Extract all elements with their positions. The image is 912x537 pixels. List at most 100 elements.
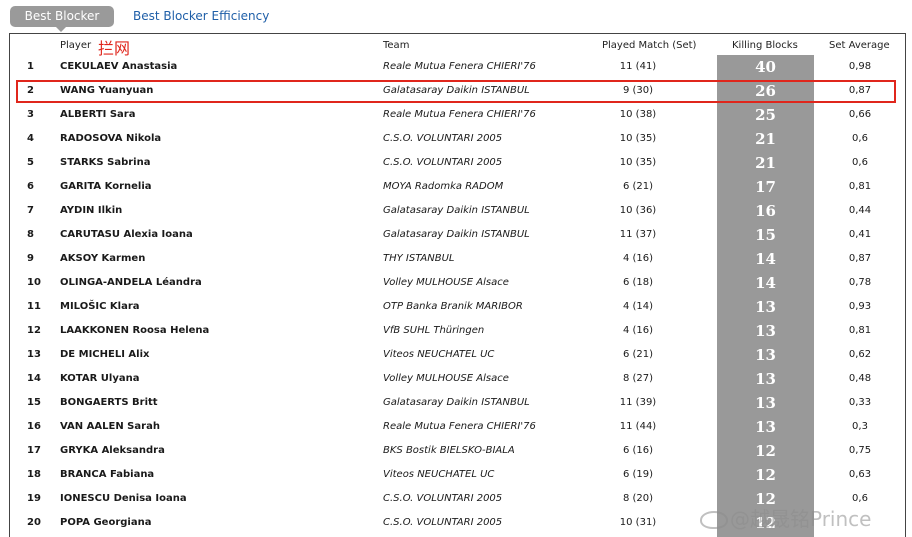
- killing-blocks: 25: [755, 106, 776, 124]
- set-average: 0,93: [848, 301, 872, 312]
- played-match: 10 (35): [619, 133, 657, 144]
- set-average: 0,63: [848, 469, 872, 480]
- played-match: 8 (20): [622, 493, 654, 504]
- table-row: 18 BRANCA Fabiana Viteos NEUCHATEL UC 6 (19…: [10, 463, 905, 487]
- player-name: CARUTASU Alexia Ioana: [60, 229, 193, 240]
- set-average: 0,81: [848, 325, 872, 336]
- rank-cell: 3: [27, 109, 34, 120]
- player-name: BRANCA Fabiana: [60, 469, 155, 480]
- killing-blocks: 13: [755, 322, 776, 340]
- team-name: Reale Mutua Fenera CHIERI'76: [383, 421, 536, 432]
- table-row: 6 GARITA Kornelia MOYA Radomka RADOM 6 (21)…: [10, 175, 905, 199]
- killing-blocks: 21: [755, 130, 776, 148]
- played-match: 11 (37): [619, 229, 657, 240]
- weibo-logo-icon: [700, 511, 728, 529]
- team-name: Volley MULHOUSE Alsace: [383, 373, 509, 384]
- team-name: C.S.O. VOLUNTARI 2005: [383, 517, 503, 528]
- team-name: Viteos NEUCHATEL UC: [383, 349, 495, 360]
- player-name: IONESCU Denisa Ioana: [60, 493, 187, 504]
- column-header-player: Player: [60, 40, 92, 51]
- tab-best-blocker-efficiency[interactable]: Best Blocker Efficiency: [133, 6, 269, 27]
- tab-best-blocker[interactable]: Best Blocker: [10, 6, 114, 27]
- team-name: Galatasaray Daikin ISTANBUL: [383, 205, 530, 216]
- set-average: 0,48: [848, 373, 872, 384]
- column-header-team: Team: [383, 40, 410, 51]
- rank-cell: 13: [27, 349, 41, 360]
- player-name: GARITA Kornelia: [60, 181, 152, 192]
- played-match: 6 (18): [622, 277, 654, 288]
- rank-cell: 6: [27, 181, 34, 192]
- rank-cell: 11: [27, 301, 41, 312]
- played-match: 11 (39): [619, 397, 657, 408]
- team-name: Galatasaray Daikin ISTANBUL: [383, 397, 530, 408]
- team-name: Volley MULHOUSE Alsace: [383, 277, 509, 288]
- table-row: 12 LAAKKONEN Roosa Helena VfB SUHL Thüring…: [10, 319, 905, 343]
- table-row: 14 KOTAR Ulyana Volley MULHOUSE Alsace 8 (2…: [10, 367, 905, 391]
- player-name: MILOŠIC Klara: [60, 301, 140, 312]
- set-average: 0,75: [848, 445, 872, 456]
- table-row: 17 GRYKA Aleksandra BKS Bostik BIELSKO-BIA…: [10, 439, 905, 463]
- player-name: STARKS Sabrina: [60, 157, 151, 168]
- set-average: 0,3: [852, 421, 868, 432]
- player-name: LAAKKONEN Roosa Helena: [60, 325, 210, 336]
- set-average: 0,81: [848, 181, 872, 192]
- player-name: RADOSOVA Nikola: [60, 133, 162, 144]
- set-average: 0,6: [852, 133, 868, 144]
- played-match: 10 (31): [619, 517, 657, 528]
- set-average: 0,6: [852, 157, 868, 168]
- played-match: 8 (27): [622, 373, 654, 384]
- highlight-box: [16, 80, 896, 103]
- table-row: 15 BONGAERTS Britt Galatasaray Daikin ISTA…: [10, 391, 905, 415]
- column-header-played: Played Match (Set): [602, 40, 697, 51]
- table-row: 7 AYDIN Ilkin Galatasaray Daikin ISTANBUL 1…: [10, 199, 905, 223]
- killing-blocks: 13: [755, 394, 776, 412]
- player-name: AYDIN Ilkin: [60, 205, 123, 216]
- team-name: Viteos NEUCHATEL UC: [383, 469, 495, 480]
- set-average: 0,62: [848, 349, 872, 360]
- team-name: THY ISTANBUL: [383, 253, 455, 264]
- player-name: OLINGA-ANDELA Léandra: [60, 277, 202, 288]
- rank-cell: 18: [27, 469, 41, 480]
- team-name: C.S.O. VOLUNTARI 2005: [383, 157, 503, 168]
- killing-blocks: 14: [755, 274, 776, 292]
- team-name: Reale Mutua Fenera CHIERI'76: [383, 109, 536, 120]
- player-name: VAN AALEN Sarah: [60, 421, 160, 432]
- watermark-text: @越晟铭Prince: [730, 507, 872, 531]
- played-match: 10 (38): [619, 109, 657, 120]
- table-row: 16 VAN AALEN Sarah Reale Mutua Fenera CHIE…: [10, 415, 905, 439]
- rank-cell: 12: [27, 325, 41, 336]
- played-match: 10 (36): [619, 205, 657, 216]
- set-average: 0,44: [848, 205, 872, 216]
- rank-cell: 1: [27, 61, 34, 72]
- column-header-killing-blocks: Killing Blocks: [732, 40, 798, 51]
- rank-cell: 4: [27, 133, 34, 144]
- team-name: VfB SUHL Thüringen: [383, 325, 485, 336]
- table-row: 9 AKSOY Karmen THY ISTANBUL 4 (16) 14 0,87: [10, 247, 905, 271]
- played-match: 11 (44): [619, 421, 657, 432]
- table-row: 8 CARUTASU Alexia Ioana Galatasaray Daikin…: [10, 223, 905, 247]
- killing-blocks: 13: [755, 370, 776, 388]
- killing-blocks: 13: [755, 298, 776, 316]
- team-name: OTP Banka Branik MARIBOR: [383, 301, 523, 312]
- column-header-set-average: Set Average: [829, 40, 890, 51]
- watermark: @越晟铭Prince: [700, 503, 871, 532]
- rank-cell: 19: [27, 493, 41, 504]
- set-average: 0,41: [848, 229, 872, 240]
- played-match: 4 (16): [622, 325, 654, 336]
- table-row: 13 DE MICHELI Alix Viteos NEUCHATEL UC 6 (2…: [10, 343, 905, 367]
- team-name: Reale Mutua Fenera CHIERI'76: [383, 61, 536, 72]
- player-name: DE MICHELI Alix: [60, 349, 150, 360]
- killing-blocks: 12: [755, 442, 776, 460]
- team-name: C.S.O. VOLUNTARI 2005: [383, 133, 503, 144]
- set-average: 0,98: [848, 61, 872, 72]
- rank-cell: 5: [27, 157, 34, 168]
- played-match: 6 (19): [622, 469, 654, 480]
- table-row: 11 MILOŠIC Klara OTP Banka Branik MARIBOR 4…: [10, 295, 905, 319]
- killing-blocks: 40: [755, 58, 776, 76]
- player-name: AKSOY Karmen: [60, 253, 146, 264]
- player-name: BONGAERTS Britt: [60, 397, 158, 408]
- killing-blocks: 13: [755, 346, 776, 364]
- played-match: 6 (16): [622, 445, 654, 456]
- played-match: 6 (21): [622, 349, 654, 360]
- stats-table: Player 拦网 Team Played Match (Set) Killin…: [9, 33, 906, 537]
